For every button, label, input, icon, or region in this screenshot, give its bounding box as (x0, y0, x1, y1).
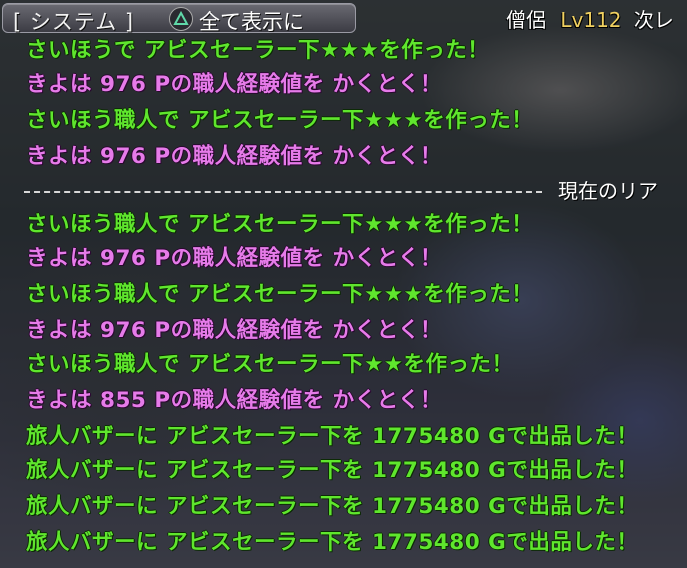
log-line: きよは 976 Pの職人経験値を かくとく！ (26, 72, 442, 97)
system-tab-label: [ システム ] (13, 10, 135, 34)
divider-rule (24, 191, 542, 193)
triangle-button-icon[interactable] (169, 7, 193, 31)
chat-log-window: [ システム ] 全て表示に 僧侶 Lv112 次レ さいほうで アビスセーラー… (0, 0, 687, 568)
chat-header: [ システム ] 全て表示に 僧侶 Lv112 次レ (0, 0, 687, 36)
log-line: さいほうで アビスセーラー下★★★を作った！ (26, 38, 490, 63)
log-line: 旅人バザーに アビスセーラー下を 1775480 Gで出品した！ (26, 530, 639, 555)
log-line: きよは 976 Pの職人経験値を かくとく！ (26, 246, 442, 271)
log-line: きよは 976 Pの職人経験値を かくとく！ (26, 144, 442, 169)
log-line: さいほう職人で アビスセーラー下★★★を作った！ (26, 212, 534, 237)
show-all-button[interactable]: 全て表示に (199, 6, 304, 36)
log-line: 旅人バザーに アビスセーラー下を 1775480 Gで出品した！ (26, 458, 639, 483)
log-line: さいほう職人で アビスセーラー下★★★を作った！ (26, 108, 534, 133)
log-line: 旅人バザーに アビスセーラー下を 1775480 Gで出品した！ (26, 424, 639, 449)
job-name: 僧侶 (506, 8, 546, 32)
log-line: さいほう職人で アビスセーラー下★★を作った！ (26, 352, 514, 377)
divider-caption: 現在のリア (558, 179, 658, 203)
log-line: きよは 976 Pの職人経験値を かくとく！ (26, 318, 442, 343)
next-level-label: 次レ (633, 8, 674, 32)
log-line: きよは 855 Pの職人経験値を かくとく！ (26, 388, 442, 413)
log-line: さいほう職人で アビスセーラー下★★★を作った！ (26, 282, 534, 307)
character-status: 僧侶 Lv112 次レ (506, 4, 674, 33)
log-line: 旅人バザーに アビスセーラー下を 1775480 Gで出品した！ (26, 494, 639, 519)
realtime-divider: 現在のリア (24, 176, 687, 206)
system-tab[interactable]: [ システム ] 全て表示に (2, 3, 356, 36)
level-value: Lv112 (560, 8, 622, 32)
